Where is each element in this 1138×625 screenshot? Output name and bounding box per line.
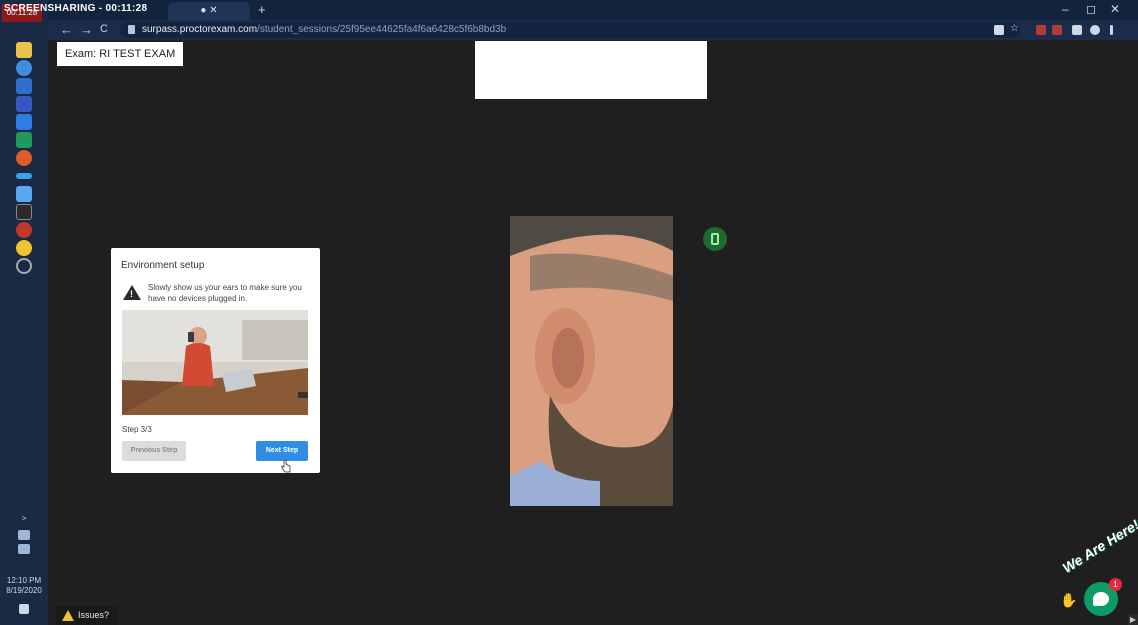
- terminal-icon[interactable]: [16, 204, 32, 220]
- lock-icon: [128, 25, 135, 34]
- phone-connected-icon: [703, 227, 727, 251]
- webcam-feed: [510, 216, 673, 506]
- word-icon[interactable]: [16, 114, 32, 130]
- step-counter: Step 3/3: [122, 425, 152, 434]
- cortana-icon[interactable]: [16, 258, 32, 274]
- url-text: surpass.proctorexam.com/student_sessions…: [142, 24, 507, 35]
- restore-button[interactable]: ◻: [1086, 2, 1096, 16]
- environment-setup-card: Environment setup ! Slowly show us your …: [111, 248, 320, 473]
- screen-sharing-indicator: SCREENSHARING - 00:11:28: [4, 3, 148, 14]
- back-button[interactable]: ←: [60, 22, 73, 37]
- record-icon[interactable]: [16, 222, 32, 238]
- close-window-button[interactable]: ✕: [1110, 2, 1120, 16]
- minimize-button[interactable]: –: [1062, 2, 1069, 16]
- previous-step-button[interactable]: Previous Step: [122, 441, 186, 461]
- hand-cursor-icon: [281, 459, 291, 473]
- new-tab-button[interactable]: +: [258, 2, 266, 17]
- profile-avatar-icon[interactable]: [1090, 25, 1100, 35]
- next-step-button[interactable]: Next Step: [256, 441, 308, 461]
- alert-icon: [62, 610, 74, 621]
- star-icon[interactable]: ☆: [1010, 23, 1020, 34]
- issues-label: Issues?: [78, 610, 110, 620]
- browser-toolbar: ← → C surpass.proctorexam.com/student_se…: [48, 20, 1138, 40]
- example-photo: [122, 310, 308, 415]
- onedrive-icon[interactable]: [16, 173, 32, 179]
- mail-icon[interactable]: [16, 96, 32, 112]
- expand-arrow-icon[interactable]: ▶: [1128, 614, 1138, 625]
- browser-tab[interactable]: ● ✕: [168, 2, 250, 20]
- reload-button[interactable]: C: [100, 23, 108, 35]
- warning-mark: !: [130, 289, 133, 299]
- camera-indicator-icon[interactable]: [994, 25, 1004, 35]
- extensions-puzzle-icon[interactable]: [1072, 25, 1082, 35]
- extension-red-icon[interactable]: [1036, 25, 1046, 35]
- wave-hand-icon: ✋: [1060, 592, 1078, 608]
- menu-dots-icon[interactable]: [1110, 25, 1113, 35]
- store-icon[interactable]: [16, 78, 32, 94]
- extension-red-2-icon[interactable]: [1052, 25, 1062, 35]
- chat-unread-badge: 1: [1109, 578, 1122, 591]
- chat-icon: [1093, 592, 1109, 606]
- card-title: Environment setup: [121, 260, 205, 271]
- paint-icon[interactable]: [16, 186, 32, 202]
- clock-date[interactable]: 8/19/2020: [0, 586, 48, 595]
- address-bar[interactable]: surpass.proctorexam.com/student_sessions…: [120, 22, 1020, 38]
- exam-title: Exam: RI TEST EXAM: [57, 42, 184, 66]
- issues-button[interactable]: Issues?: [56, 606, 118, 625]
- chevron-up-icon[interactable]: >: [0, 514, 48, 523]
- firefox-icon[interactable]: [16, 150, 32, 166]
- chrome-icon[interactable]: [16, 240, 32, 256]
- clock-time[interactable]: 12:10 PM: [0, 576, 48, 585]
- volume-icon[interactable]: [18, 544, 30, 554]
- chat-tagline: We Are Here!: [1059, 516, 1138, 576]
- file-explorer-icon[interactable]: [16, 42, 32, 58]
- notifications-icon[interactable]: [19, 604, 29, 614]
- windows-taskbar: 00:11:28 > 12:10 PM 8/19/2020: [0, 0, 48, 625]
- instruction-text: Slowly show us your ears to make sure yo…: [148, 283, 302, 303]
- forward-button[interactable]: →: [80, 22, 93, 37]
- network-icon[interactable]: [18, 530, 30, 540]
- active-step-pointer: [475, 41, 707, 99]
- excel-icon[interactable]: [16, 132, 32, 148]
- edge-icon[interactable]: [16, 60, 32, 76]
- browser-tab-strip: SCREENSHARING - 00:11:28 ● ✕ + – ◻ ✕: [4, 0, 1138, 20]
